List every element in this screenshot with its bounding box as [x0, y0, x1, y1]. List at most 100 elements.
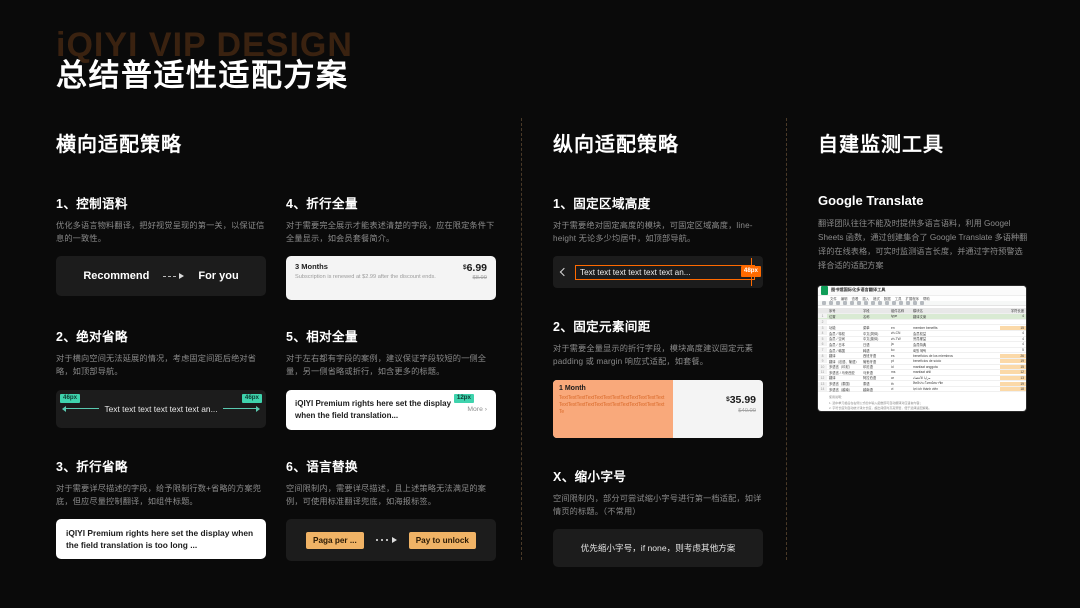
cell: 马来语 — [863, 370, 873, 375]
print-icon[interactable] — [836, 300, 840, 305]
block-title: 4、折行全量 — [286, 197, 358, 211]
cell: vi — [891, 387, 894, 392]
block-fixed-region-height: 1、固定区域高度 对于需要绝对固定高度的模块，可固定区域高度，line-heig… — [553, 193, 763, 289]
block-language-replace: 6、语言替换 空间限制内，需要详尽描述，且上述策略无法满足的案例，可使用标准翻译… — [286, 456, 496, 562]
row-index: 9 — [818, 359, 827, 364]
price-original: $8.99 — [472, 275, 487, 282]
cell: 会员 / 空间 — [829, 337, 845, 342]
sheet-document-name: 图书馆国际化多语言翻译工具 — [831, 287, 886, 293]
cell: 翻译 — [829, 376, 836, 381]
relative-badge: 12px — [453, 393, 474, 404]
italic-icon[interactable] — [885, 300, 889, 305]
slide-root: iQIYI VIP DESIGN 总结普适性适配方案 横向适配策略 1、控制语料… — [0, 0, 1080, 608]
fill-color-icon[interactable] — [899, 300, 903, 305]
cell: 15 — [1000, 364, 1026, 369]
borders-icon[interactable] — [906, 300, 910, 305]
block-desc: 对于需要完全展示才能表述清楚的字段，应在限定条件下全量显示，如会员套餐简介。 — [286, 221, 495, 243]
cell: 韩语 — [863, 348, 870, 353]
block-wrap-ellipsis: 3、折行省略 对于需要详尽描述的字段，给予限制行数+省略的方案兜底，但应尽量控制… — [56, 456, 266, 561]
row-index: 6 — [818, 342, 827, 347]
cell: สิทธิประโยชน์สมาชิก — [913, 381, 944, 386]
demo-relative-card: 12px iQIYI Premium rights here set the d… — [286, 389, 496, 430]
block-title: 3、折行省略 — [56, 459, 128, 474]
sheet-grid[interactable]: 序号 字段 组件名称 模块名 字符长度 1 位置 名称 type 翻译文案 4 … — [818, 308, 1026, 393]
google-sheets-screenshot: 图书馆国际化多语言翻译工具 文件 编辑 查看 插入 格式 数据 工具 扩展程序 … — [818, 285, 1026, 411]
arrow-right-icon — [375, 537, 397, 544]
block-title: 1、固定区域高度 — [553, 197, 651, 211]
measure-badge-right: 46px — [241, 393, 262, 404]
cell: 会员权益 — [913, 331, 927, 336]
block-desc: 优化多语言物料翻译，把好视觉呈现的第一关，以保证信息的一致性。 — [56, 221, 265, 243]
demo-wrap-card: iQIYI Premium rights here set the displa… — [56, 519, 266, 560]
cell: 组件名称 — [891, 309, 905, 314]
row-index: 2 — [818, 320, 827, 325]
cell: 19 — [1000, 381, 1026, 386]
plan-note: Subscription is renewed at $2.99 after t… — [295, 274, 436, 281]
row-index: 5 — [818, 336, 827, 341]
chip-target-label: Pay to unlock — [408, 531, 476, 549]
block-desc: 对于横向空间无法延展的情况，考虑固定间距后绝对省略，如顶部导航。 — [56, 354, 257, 377]
wrap-card-text: iQIYI Premium rights here set the displa… — [66, 527, 254, 551]
cell: 26 — [1000, 353, 1026, 358]
text-color-icon[interactable] — [892, 300, 896, 305]
sheet-footnotes: 使用说明： 1. 选中单元格后在右侧公式栏中输入函数即可自动翻译对应语言内容； … — [818, 392, 1026, 410]
align-icon[interactable] — [920, 300, 924, 305]
percent-icon[interactable] — [864, 300, 868, 305]
demo-subscription-card: 3 Months Subscription is renewed at $2.9… — [286, 256, 496, 301]
undo-icon[interactable] — [822, 300, 826, 305]
zoom-icon[interactable] — [850, 300, 854, 305]
foryou-label: For you — [198, 270, 239, 283]
google-translate-title: Google Translate — [818, 193, 924, 208]
cell: 菜单 — [863, 326, 870, 331]
cell: 19 — [1000, 359, 1026, 364]
package-info: 1 Month TextTextTextTextTextTextTextText… — [553, 379, 673, 438]
footnote-line: 2. 字符长度列自动统计译文长度，超出阈值时高亮预警，便于选择适配策略。 — [829, 405, 932, 410]
cell: ja — [891, 342, 894, 347]
cell: zh-TW — [891, 336, 901, 341]
cell: 회원 혜택 — [913, 348, 927, 353]
cell: 4 — [1022, 331, 1024, 336]
column-divider-1 — [521, 118, 522, 560]
cell: 4 — [1022, 336, 1024, 341]
merge-cells-icon[interactable] — [913, 300, 917, 305]
block-fixed-element-spacing: 2、固定元素间距 对于需要全量显示的折行字段，模块高度建议固定元素 paddin… — [553, 316, 763, 438]
block-desc: 空间限制内，需要详尽描述，且上述策略无法满足的案例，可使用标准翻译兜底，如海报标… — [286, 483, 487, 506]
redo-icon[interactable] — [829, 300, 833, 305]
cell: 字符长度 — [1010, 309, 1024, 314]
cell: 功能 — [829, 326, 836, 331]
price-current: $6.99 — [463, 262, 487, 274]
cell: مزايا الأعضاء — [913, 375, 931, 380]
price-original: $40.00 — [738, 407, 756, 414]
cell: 會員權益 — [913, 337, 927, 342]
row-index: 12 — [818, 375, 827, 380]
bold-icon[interactable] — [878, 300, 882, 305]
font-icon[interactable] — [871, 300, 875, 305]
paint-format-icon[interactable] — [843, 300, 847, 305]
row-index: 13 — [818, 381, 827, 386]
back-chevron-icon[interactable] — [559, 268, 569, 277]
cell: ar — [891, 375, 894, 380]
subscription-info: 3 Months Subscription is renewed at $2.9… — [295, 262, 457, 282]
sheet-topbar: 图书馆国际化多语言翻译工具 — [818, 285, 1026, 296]
currency-icon[interactable] — [857, 300, 861, 305]
demo-fixed-height-nav: Text text text text text text an... 48px — [553, 256, 763, 289]
small-font-text: 优先缩小字号，if none，则考虑其他方案 — [580, 543, 736, 554]
block-shrink-font: X、缩小字号 空间限制内，部分可尝试缩小字号进行第一档适配，如详情页的标题。（不… — [553, 466, 763, 568]
relative-card-text: iQIYI Premium rights here set the displa… — [295, 399, 452, 420]
cell: th — [891, 381, 894, 386]
cell: 中文(繁体) — [863, 337, 879, 342]
cell: 序号 — [829, 309, 836, 314]
package-plan-name: 1 Month — [559, 384, 586, 392]
price-current: $35.99 — [673, 394, 756, 406]
block-absolute-ellipsis: 2、绝对省略 对于横向空间无法延展的情况，考虑固定间距后绝对省略，如顶部导航。 … — [56, 326, 266, 429]
measure-line-right — [222, 408, 257, 410]
more-link[interactable]: More › — [463, 406, 487, 413]
cell: 印尼语 — [863, 365, 873, 370]
row-index: 11 — [818, 370, 827, 375]
block-title: 1、控制语料 — [56, 197, 128, 211]
demo-package-card: 1 Month TextTextTextTextTextTextTextText… — [553, 379, 763, 438]
column-horizontal-strategy: 横向适配策略 1、控制语料 优化多语言物料翻译，把好视觉呈现的第一关，以保证信息… — [56, 128, 496, 562]
block-title: 6、语言替换 — [286, 459, 358, 474]
vertical-blocks-stack: 1、固定区域高度 对于需要绝对固定高度的模块，可固定区域高度，line-heig… — [553, 193, 763, 568]
cell: 5 — [1022, 348, 1024, 353]
